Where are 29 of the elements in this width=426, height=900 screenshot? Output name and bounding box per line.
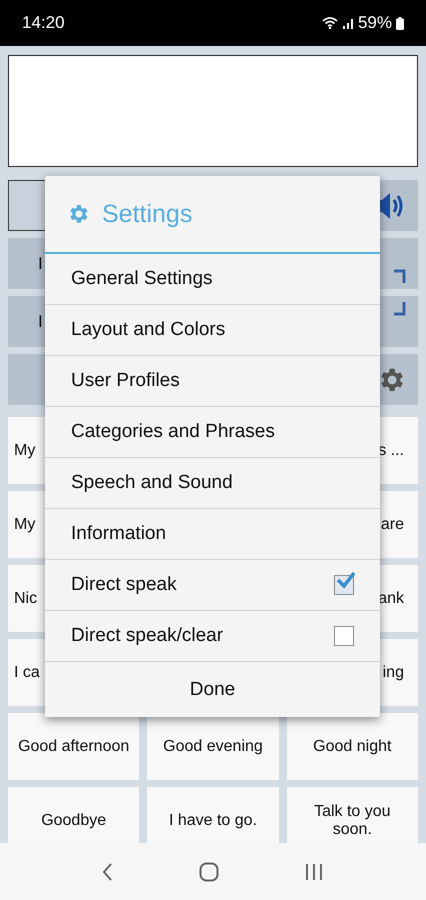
battery-icon [396, 16, 404, 30]
menu-item[interactable]: Direct speak/clear [45, 611, 380, 662]
home-icon[interactable] [199, 862, 219, 882]
checkbox[interactable] [334, 626, 354, 646]
checkmark-icon [336, 571, 356, 589]
phrase-button[interactable]: I have to go. [147, 787, 279, 843]
dialog-title: Settings [102, 200, 192, 228]
menu-item[interactable]: Categories and Phrases [45, 407, 380, 458]
menu-item[interactable]: User Profiles [45, 356, 380, 407]
phrase-button[interactable]: Good afternoon [8, 713, 140, 780]
corner-bracket-icon [394, 302, 406, 316]
phrase-button[interactable]: Talk to you soon. [286, 787, 418, 843]
menu-item[interactable]: Speech and Sound [45, 458, 380, 509]
menu-item[interactable]: Layout and Colors [45, 305, 380, 356]
signal-icon [342, 17, 354, 29]
back-icon[interactable] [103, 862, 113, 880]
battery-level: 59% [358, 13, 392, 33]
menu-item[interactable]: General Settings [45, 254, 380, 305]
menu-item-label: Direct speak/clear [71, 625, 224, 647]
wifi-icon [322, 17, 338, 29]
menu-item-label: Direct speak [71, 574, 177, 596]
menu-item[interactable]: Direct speak [45, 560, 380, 611]
phrase-button[interactable]: Goodbye [8, 787, 140, 843]
message-box[interactable] [8, 55, 418, 167]
clock: 14:20 [22, 13, 65, 33]
phrase-button[interactable]: Good night [286, 713, 418, 780]
menu-item[interactable]: Information [45, 509, 380, 560]
recent-apps-icon[interactable] [305, 864, 323, 880]
corner-bracket-icon [394, 269, 406, 283]
